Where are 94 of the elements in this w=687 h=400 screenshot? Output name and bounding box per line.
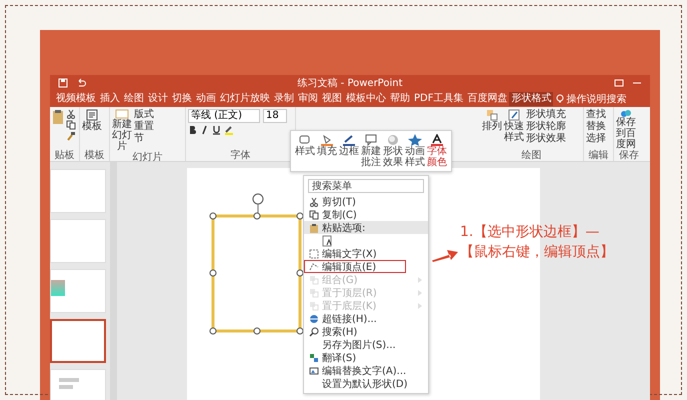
ribbon-tab[interactable]: 切换 [170,92,194,106]
comment-icon [364,134,378,146]
ribbon-tab[interactable]: 插入 [98,92,122,106]
layout-button[interactable]: 版式 [134,109,154,120]
ribbon-tab[interactable]: 帮助 [388,92,412,106]
group-label: 保存 [618,150,640,161]
font-name-field[interactable]: 等线 (正文) [188,109,260,123]
bold-icon[interactable] [188,125,197,135]
paste-option-icon [322,234,334,247]
star-icon [408,134,422,146]
annotation-text: 【鼠标右键，编辑顶点】 [460,243,614,262]
scissors-icon [309,196,319,206]
menu-item[interactable]: 编辑顶点(E) [304,260,406,273]
mini-toolbar-button[interactable]: 字体颜色 [427,134,447,168]
group-label: 幻灯片 [132,152,164,161]
menu-item[interactable]: 复制(C) [304,208,428,221]
ribbon-tab[interactable]: 设计 [146,92,170,106]
bucket-icon [320,134,334,146]
search-icon [309,326,319,336]
text-box-icon [309,248,319,258]
letter-icon [430,134,444,146]
scrollbar[interactable] [110,162,117,400]
menu-item[interactable]: 编辑文字(X) [304,247,428,260]
globe-icon [309,314,319,324]
menu-item[interactable]: 翻译(S) [304,351,428,364]
annotation-text: 1.【选中形状边框】— [460,223,600,242]
mini-toolbar-button[interactable]: 动画样式 [405,134,425,168]
ribbon-tab[interactable]: PDF工具集 [412,92,466,106]
replace-button[interactable]: 替换 [586,121,606,132]
ribbon-tab[interactable]: 绘图 [122,92,146,106]
arrange-button[interactable]: 排列 [482,109,502,132]
cloud-icon [620,109,632,117]
copy-icon [309,210,319,220]
reset-button[interactable]: 重置 [134,121,154,132]
menu-item[interactable]: 超链接(H)... [304,312,428,325]
ribbon-tab[interactable]: 视图 [320,92,344,106]
group-label: 字体 [230,150,252,161]
menu-item[interactable]: 编辑替换文字(A)... [304,364,428,377]
save-to-cloud-button[interactable]: 保存到百度网 [616,109,636,150]
pen-icon [342,134,356,146]
group-label: 编辑 [588,150,610,161]
ribbon-tab[interactable]: 模板中心 [344,92,388,106]
undo-icon[interactable] [76,78,86,88]
search-field[interactable]: 搜索菜单 [308,179,424,193]
font-size-field[interactable]: 18 [263,109,287,123]
restore-icon[interactable] [614,78,624,88]
mini-toolbar-button[interactable]: 边框 [339,134,359,168]
paste-icon[interactable] [52,109,64,125]
image-icon [309,366,319,376]
ribbon-tab[interactable]: 动画 [194,92,218,106]
highlighter-icon[interactable] [224,125,234,135]
copy-icon[interactable] [66,120,76,130]
menu-item[interactable]: 另存为图片(S)... [304,338,428,351]
template-button[interactable]: 模板 [82,109,102,132]
find-button[interactable]: 查找 [586,109,606,120]
save-icon[interactable] [58,78,68,88]
select-button[interactable]: 选择 [586,133,606,144]
menu-item[interactable]: 粘贴选项: [304,221,428,234]
mini-toolbar-button[interactable]: 样式 [295,134,315,168]
menu-item[interactable]: 剪切(T) [304,195,428,208]
new-slide-button[interactable]: 新建幻灯片 [112,109,132,152]
shape-effects-button[interactable]: 形状效果 [526,133,566,144]
mini-toolbar-button[interactable]: 填充 [317,134,337,168]
sphere-icon [386,134,400,146]
edit-points-icon [309,262,319,272]
scissors-icon[interactable] [66,109,76,119]
menu-item[interactable]: 搜索(H) [304,325,428,338]
window-title: 练习文稿 - PowerPoint [297,76,403,90]
ribbon-tab[interactable]: 幻灯片放映 [218,92,272,106]
ribbon-tab[interactable]: 形状格式 [509,92,554,106]
mini-toolbar-button[interactable]: 新建批注 [361,134,381,168]
shape-outline-button[interactable]: 形状轮廓 [526,121,566,132]
annotation-arrow [432,250,458,262]
mini-toolbar-button[interactable]: 形状效果 [383,134,403,168]
slide-thumbnail[interactable] [50,319,106,363]
shape-fill-button[interactable]: 形状填充 [526,109,566,120]
italic-icon[interactable] [200,125,209,135]
group-label: 贴板 [54,150,76,161]
menu-item[interactable]: 设置为默认形状(D) [304,377,428,390]
template-icon [86,109,98,121]
ribbon-tab[interactable]: 录制 [272,92,296,106]
group-label: 绘图 [520,150,542,161]
group-label: 模板 [84,150,106,161]
clipboard-icon [309,222,319,232]
ribbon-tab[interactable]: 视频模板 [54,92,98,106]
tell-me-field[interactable]: 操作说明搜索 [566,94,628,104]
ribbon-tab[interactable]: 审阅 [296,92,320,106]
translate-icon [309,352,319,362]
underline-icon[interactable] [212,125,221,135]
section-button[interactable]: 节 [134,133,154,144]
ribbon-tab[interactable]: 百度网盘 [465,92,510,106]
rotate-handle-icon[interactable] [252,194,264,214]
quick-styles-button[interactable]: 快速样式 [504,109,524,143]
lightbulb-icon [556,94,564,104]
